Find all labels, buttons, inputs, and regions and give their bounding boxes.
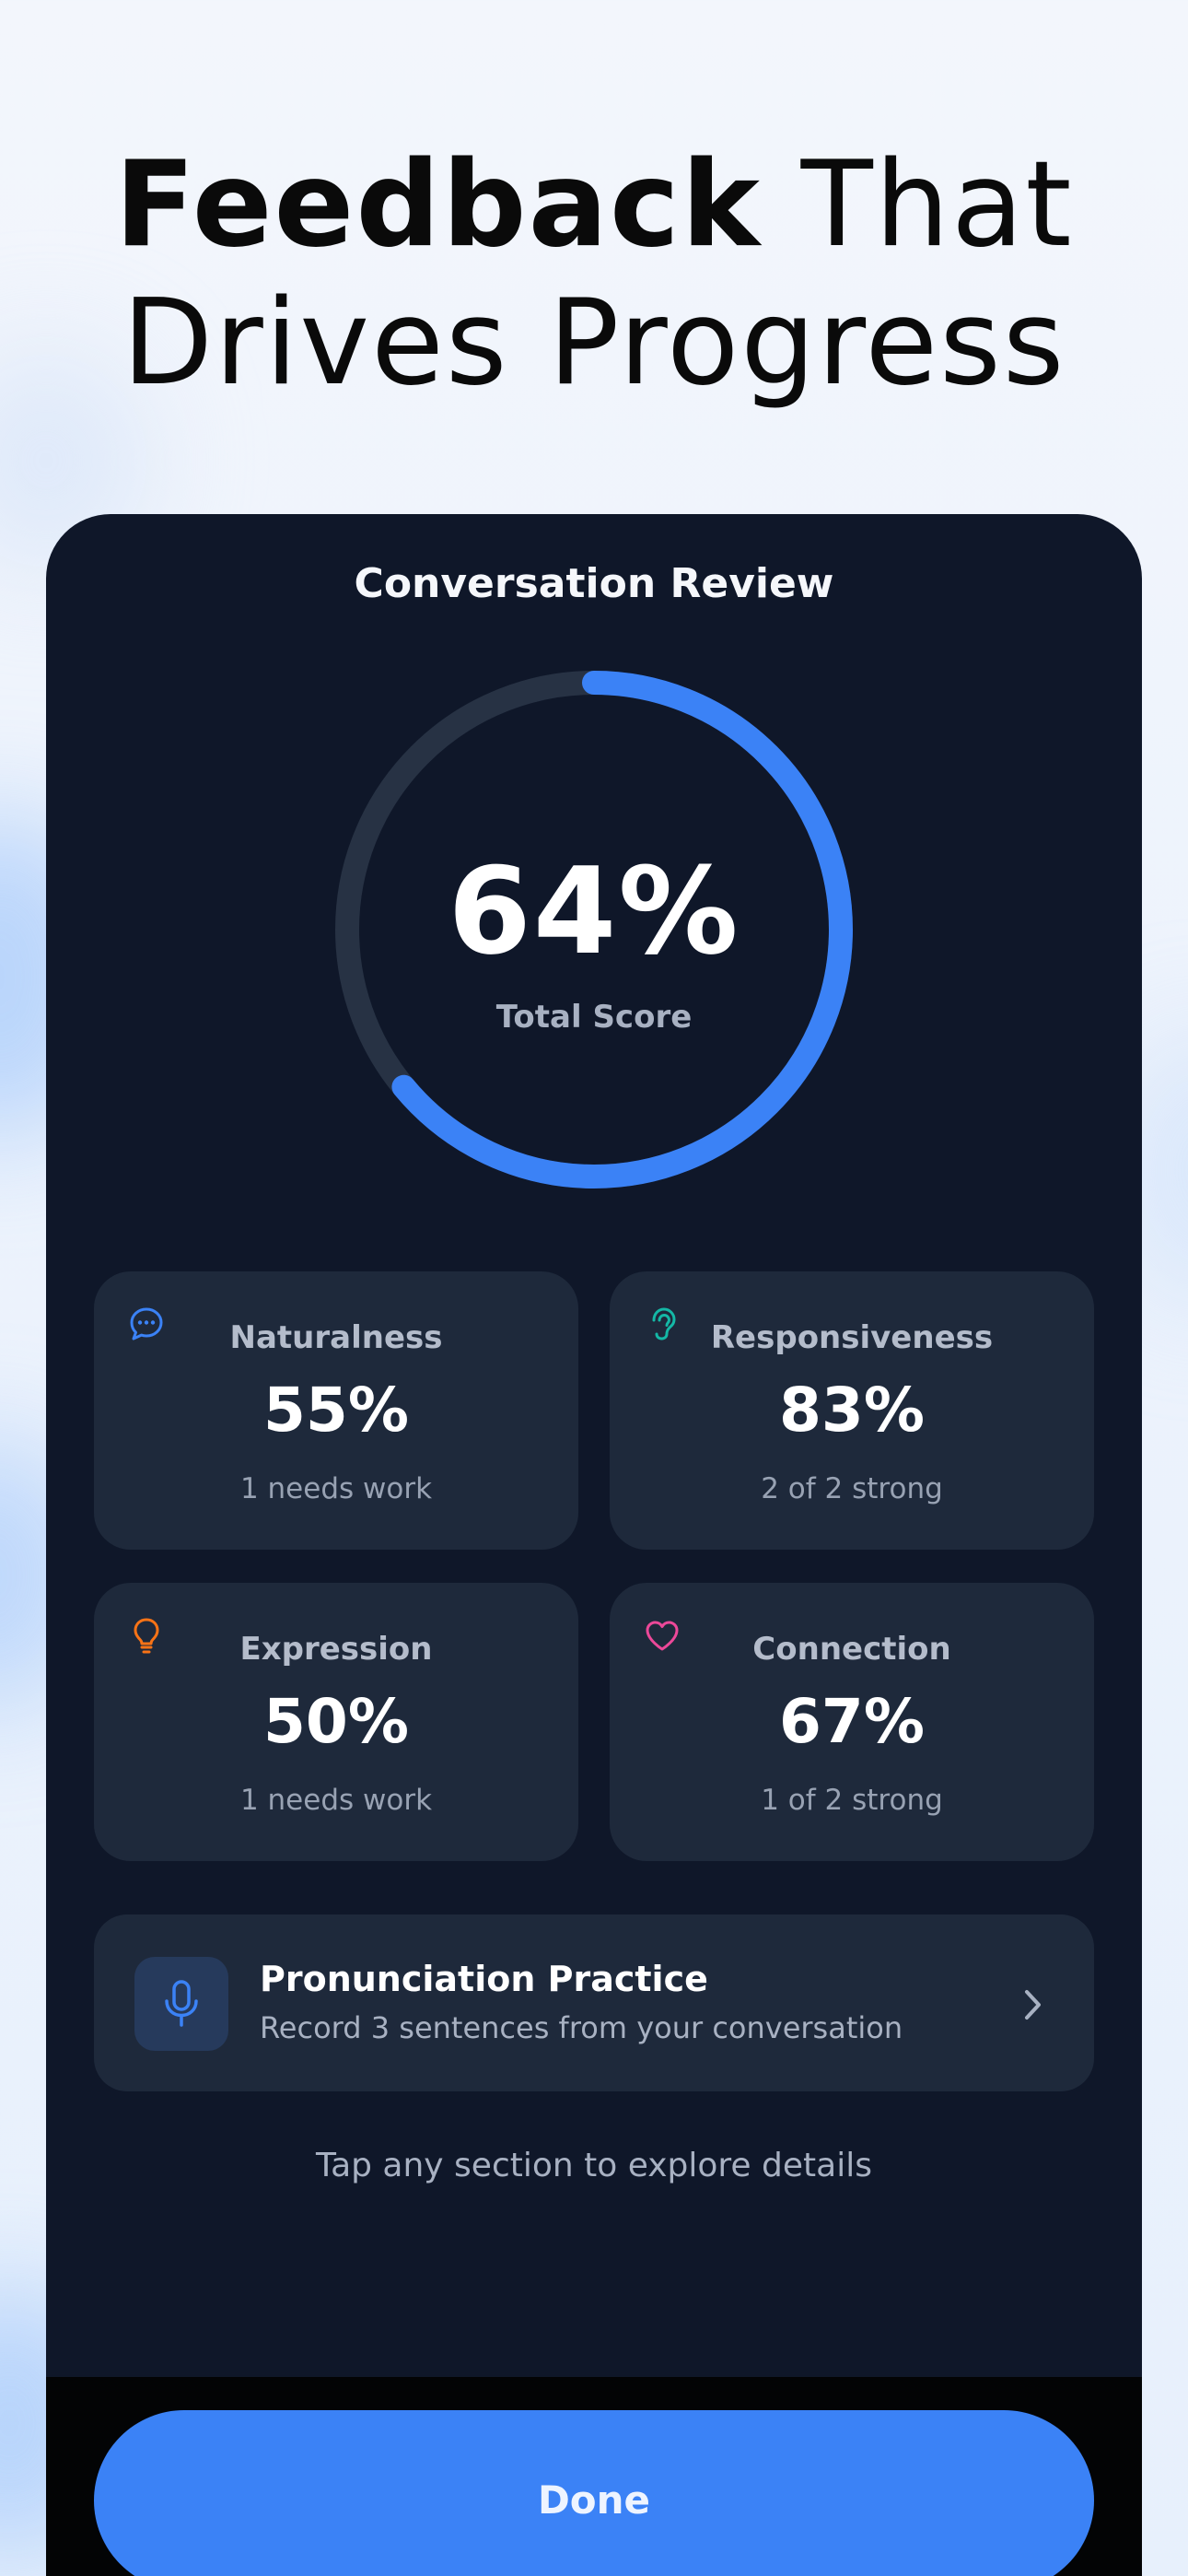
- headline-line2: Drives Progress: [122, 275, 1066, 412]
- card-title: Conversation Review: [354, 560, 834, 607]
- metric-card-connection[interactable]: Connection 67% 1 of 2 strong: [610, 1583, 1094, 1861]
- metric-label: Connection: [752, 1631, 951, 1668]
- done-button[interactable]: Done: [94, 2410, 1094, 2576]
- metric-subtext: 1 of 2 strong: [761, 1784, 943, 1817]
- practice-subtitle: Record 3 sentences from your conversatio…: [260, 2010, 903, 2045]
- metric-label: Expression: [239, 1631, 433, 1668]
- footer-bar: Done: [46, 2377, 1142, 2576]
- explore-hint: Tap any section to explore details: [316, 2147, 872, 2184]
- metric-value: 55%: [263, 1375, 409, 1446]
- microphone-icon: [165, 1980, 198, 2027]
- metric-subtext: 2 of 2 strong: [761, 1472, 943, 1505]
- metric-value: 67%: [779, 1686, 925, 1757]
- total-score-label: Total Score: [495, 999, 693, 1036]
- total-score-value: 64%: [448, 841, 740, 981]
- pronunciation-practice-row[interactable]: Pronunciation Practice Record 3 sentence…: [94, 1914, 1094, 2091]
- practice-icon-box: [134, 1957, 228, 2051]
- chevron-right-icon: [1025, 1990, 1041, 2020]
- metric-value: 50%: [263, 1686, 409, 1757]
- practice-title: Pronunciation Practice: [260, 1959, 708, 1999]
- metric-subtext: 1 needs work: [239, 1472, 433, 1505]
- metric-card-naturalness[interactable]: Naturalness 55% 1 needs work: [94, 1271, 578, 1550]
- conversation-review-card: Conversation Review 64% Total Score Natu…: [46, 514, 1142, 2576]
- headline-bold-word: Feedback: [114, 136, 762, 274]
- metric-card-expression[interactable]: Expression 50% 1 needs work: [94, 1583, 578, 1861]
- metric-label: Naturalness: [229, 1319, 443, 1356]
- metric-card-responsiveness[interactable]: Responsiveness 83% 2 of 2 strong: [610, 1271, 1094, 1550]
- headline-rest: That: [800, 136, 1074, 274]
- metric-label: Responsiveness: [710, 1319, 994, 1356]
- metric-value: 83%: [779, 1375, 925, 1446]
- page-headline: Feedback That Drives Progress: [0, 136, 1188, 413]
- metric-subtext: 1 needs work: [239, 1784, 433, 1817]
